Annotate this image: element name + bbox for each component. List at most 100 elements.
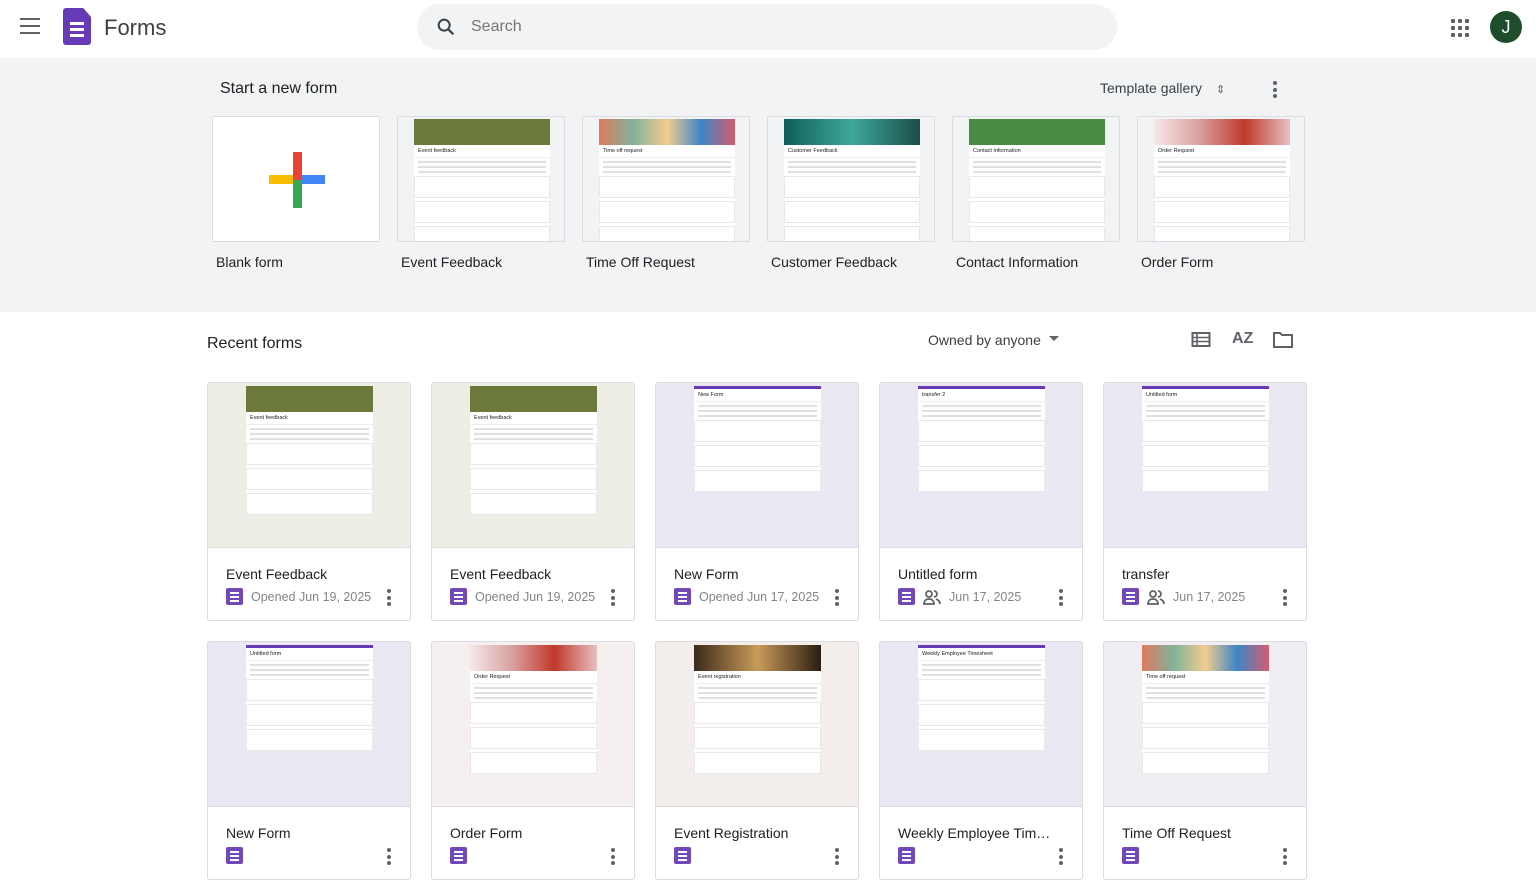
preview-question <box>1154 201 1290 223</box>
form-name: Weekly Employee Timesh... <box>898 825 1058 841</box>
preview-title: Order Request <box>470 671 597 684</box>
app-title[interactable]: Forms <box>104 15 166 41</box>
preview-line <box>250 428 369 430</box>
template-label[interactable]: Event Feedback <box>401 254 502 270</box>
preview-line <box>250 438 369 440</box>
shared-people-icon <box>923 589 941 605</box>
preview-banner <box>599 119 735 145</box>
form-more-options-button[interactable] <box>1283 848 1287 868</box>
preview-question <box>470 702 597 724</box>
form-more-options-button[interactable] <box>835 589 839 609</box>
preview-question <box>1142 702 1269 724</box>
preview-title: transfer 2 <box>918 389 1045 402</box>
preview-line <box>474 687 593 689</box>
template-card-order-form[interactable]: Order Request <box>1137 116 1305 242</box>
preview-line <box>698 687 817 689</box>
recent-form-card[interactable]: New Form New Form Opened Jun 17, 2025 <box>655 382 859 621</box>
forms-logo-icon[interactable] <box>63 8 91 45</box>
preview-line <box>922 405 1041 407</box>
sort-az-icon[interactable]: AZ <box>1232 330 1253 348</box>
recent-form-card[interactable]: Weekly Employee Timesheet Weekly Employee… <box>879 641 1083 880</box>
google-apps-icon[interactable] <box>1451 19 1469 37</box>
template-card-time-off-request[interactable]: Time off request <box>582 116 750 242</box>
preview-question <box>784 176 920 198</box>
preview-question <box>784 201 920 223</box>
preview-question <box>969 226 1105 242</box>
form-more-options-button[interactable] <box>1283 589 1287 609</box>
recent-form-card[interactable]: Order RequestOrder Form <box>431 641 635 880</box>
form-preview: Customer Feedback <box>784 119 920 242</box>
preview-question <box>246 443 373 465</box>
preview-line <box>474 433 593 435</box>
template-card-blank[interactable] <box>212 116 380 242</box>
plus-icon <box>269 152 325 208</box>
recent-form-card[interactable]: Time off requestTime Off Request <box>1103 641 1307 880</box>
template-label[interactable]: Order Form <box>1141 254 1213 270</box>
search-icon[interactable] <box>435 16 457 38</box>
form-more-options-button[interactable] <box>611 848 615 868</box>
preview-banner <box>246 386 373 412</box>
preview-line <box>788 161 916 163</box>
form-meta: Jun 17, 2025 <box>1122 588 1245 605</box>
template-card-contact-information[interactable]: Contact information <box>952 116 1120 242</box>
template-label[interactable]: Time Off Request <box>586 254 695 270</box>
preview-title: Time off request <box>1142 671 1269 684</box>
form-more-options-button[interactable] <box>1059 589 1063 609</box>
recent-form-card[interactable]: Event feedbackEvent FeedbackOpened Jun 1… <box>207 382 411 621</box>
form-thumbnail: Weekly Employee Timesheet <box>880 642 1083 807</box>
recent-forms-heading: Recent forms <box>207 335 302 353</box>
recent-form-card[interactable]: Event feedbackEvent FeedbackOpened Jun 1… <box>431 382 635 621</box>
recent-form-card[interactable]: Untitled formtransferJun 17, 2025 <box>1103 382 1307 621</box>
template-more-options-button[interactable] <box>1273 81 1277 101</box>
form-more-options-button[interactable] <box>387 848 391 868</box>
preview-question <box>694 752 821 774</box>
owner-filter-dropdown[interactable]: Owned by anyone <box>928 332 1059 348</box>
template-label[interactable]: Customer Feedback <box>771 254 897 270</box>
template-gallery-button[interactable]: Template gallery⇕ <box>1100 80 1225 96</box>
template-card-event-feedback[interactable]: Event feedback <box>397 116 565 242</box>
preview-title: New Form <box>694 389 821 402</box>
form-date: Opened Jun 19, 2025 <box>475 590 595 604</box>
preview-question <box>470 727 597 749</box>
form-thumbnail: Event registration <box>656 642 859 807</box>
form-meta: Opened Jun 19, 2025 <box>450 588 595 605</box>
preview-title: Weekly Employee Timesheet <box>918 648 1045 661</box>
form-more-options-button[interactable] <box>387 589 391 609</box>
dropdown-arrow-icon <box>1049 336 1059 346</box>
search-input[interactable] <box>471 4 1071 50</box>
form-more-options-button[interactable] <box>835 848 839 868</box>
form-date: Opened Jun 19, 2025 <box>251 590 371 604</box>
form-thumbnail: Time off request <box>1104 642 1307 807</box>
form-thumbnail: New Form <box>656 383 859 548</box>
preview-line <box>418 161 546 163</box>
template-label[interactable]: Contact Information <box>956 254 1078 270</box>
preview-question <box>414 201 550 223</box>
form-preview: Time off request <box>599 119 735 242</box>
preview-question <box>694 445 821 467</box>
search-bar[interactable] <box>417 4 1117 50</box>
recent-form-card[interactable]: transfer 2Untitled formJun 17, 2025 <box>879 382 1083 621</box>
preview-question <box>1142 727 1269 749</box>
form-name: Event Feedback <box>226 566 386 582</box>
form-date: Opened Jun 17, 2025 <box>699 590 819 604</box>
template-label[interactable]: Blank form <box>216 254 283 270</box>
list-view-icon[interactable] <box>1191 330 1211 350</box>
main-menu-button[interactable] <box>20 18 40 34</box>
form-name: New Form <box>674 566 834 582</box>
template-card-customer-feedback[interactable]: Customer Feedback <box>767 116 935 242</box>
preview-question <box>969 176 1105 198</box>
folder-icon[interactable] <box>1272 330 1294 350</box>
forms-file-icon <box>226 847 243 864</box>
form-meta <box>1122 847 1147 864</box>
form-more-options-button[interactable] <box>611 589 615 609</box>
account-avatar[interactable]: J <box>1490 11 1522 43</box>
preview-question <box>918 420 1045 442</box>
preview-banner <box>414 119 550 145</box>
preview-line <box>922 669 1041 671</box>
recent-form-card[interactable]: Event registrationEvent Registration <box>655 641 859 880</box>
preview-line <box>1146 405 1265 407</box>
preview-question <box>246 679 373 701</box>
preview-title: Event feedback <box>414 145 550 158</box>
recent-form-card[interactable]: Untitled formNew Form <box>207 641 411 880</box>
form-more-options-button[interactable] <box>1059 848 1063 868</box>
